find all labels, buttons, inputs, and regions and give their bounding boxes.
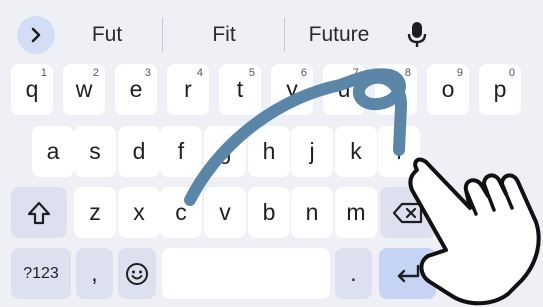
backspace-key[interactable] — [380, 187, 436, 238]
suggestion-3[interactable]: Future — [294, 18, 384, 52]
key-j[interactable]: j — [291, 126, 333, 177]
key-h[interactable]: h — [248, 126, 290, 177]
key-f[interactable]: f — [160, 126, 202, 177]
period-key[interactable]: . — [335, 248, 372, 299]
microphone-icon — [407, 22, 427, 47]
backspace-icon — [392, 202, 423, 223]
key-hint: 0 — [508, 67, 515, 79]
key-hint: 4 — [196, 67, 203, 79]
key-v[interactable]: v — [204, 187, 246, 238]
key-t[interactable]: t5 — [219, 64, 261, 115]
suggestion-1[interactable]: Fut — [70, 18, 144, 52]
key-label: r — [184, 76, 192, 102]
key-hint: 1 — [40, 67, 47, 79]
key-x[interactable]: x — [118, 187, 160, 238]
enter-key[interactable] — [379, 248, 436, 299]
symbols-key[interactable]: ?123 — [11, 248, 71, 299]
key-e[interactable]: e3 — [115, 64, 157, 115]
key-hint: 9 — [456, 67, 463, 79]
comma-key[interactable]: , — [76, 248, 113, 299]
key-g[interactable]: g — [204, 126, 246, 177]
shift-key[interactable] — [11, 187, 67, 238]
key-label: y — [286, 76, 298, 102]
emoji-smile-icon — [126, 262, 148, 285]
key-label: i — [393, 76, 399, 102]
key-label: t — [236, 76, 244, 102]
key-b[interactable]: b — [248, 187, 290, 238]
key-z[interactable]: z — [74, 187, 116, 238]
key-hint: 5 — [248, 67, 255, 79]
key-n[interactable]: n — [291, 187, 333, 238]
key-d[interactable]: d — [118, 126, 160, 177]
key-label: e — [129, 76, 143, 102]
enter-arrow-icon — [397, 264, 419, 282]
chevron-right-icon — [31, 27, 41, 43]
key-r[interactable]: r4 — [167, 64, 209, 115]
key-l[interactable]: l — [378, 126, 420, 177]
key-i[interactable]: i8 — [375, 64, 417, 115]
expand-toolbar-button[interactable] — [17, 16, 55, 54]
key-p[interactable]: p0 — [479, 64, 521, 115]
space-bar[interactable] — [162, 248, 330, 299]
key-o[interactable]: o9 — [427, 64, 469, 115]
suggestion-divider — [162, 18, 163, 52]
key-hint: 3 — [144, 67, 151, 79]
key-hint: 6 — [300, 67, 307, 79]
keyboard: Fut Fit Future q1 w2 e3 r4 t5 y6 u7 i8 o… — [0, 0, 543, 307]
voice-input-button[interactable] — [402, 18, 432, 52]
key-k[interactable]: k — [335, 126, 377, 177]
key-w[interactable]: w2 — [63, 64, 105, 115]
key-label: o — [441, 76, 455, 102]
key-u[interactable]: u7 — [323, 64, 365, 115]
key-label: p — [493, 76, 507, 102]
key-hint: 7 — [352, 67, 359, 79]
suggestion-2[interactable]: Fit — [176, 18, 272, 52]
key-m[interactable]: m — [335, 187, 377, 238]
key-hint: 8 — [404, 67, 411, 79]
key-y[interactable]: y6 — [271, 64, 313, 115]
emoji-key[interactable] — [118, 248, 156, 299]
key-label: w — [75, 76, 93, 102]
key-a[interactable]: a — [32, 126, 74, 177]
key-c[interactable]: c — [160, 187, 202, 238]
key-hint: 2 — [92, 67, 99, 79]
shift-arrow-icon — [27, 201, 51, 224]
suggestion-divider — [284, 18, 285, 52]
key-label: u — [337, 76, 351, 102]
key-q[interactable]: q1 — [11, 64, 53, 115]
key-label: q — [25, 76, 39, 102]
key-s[interactable]: s — [74, 126, 116, 177]
